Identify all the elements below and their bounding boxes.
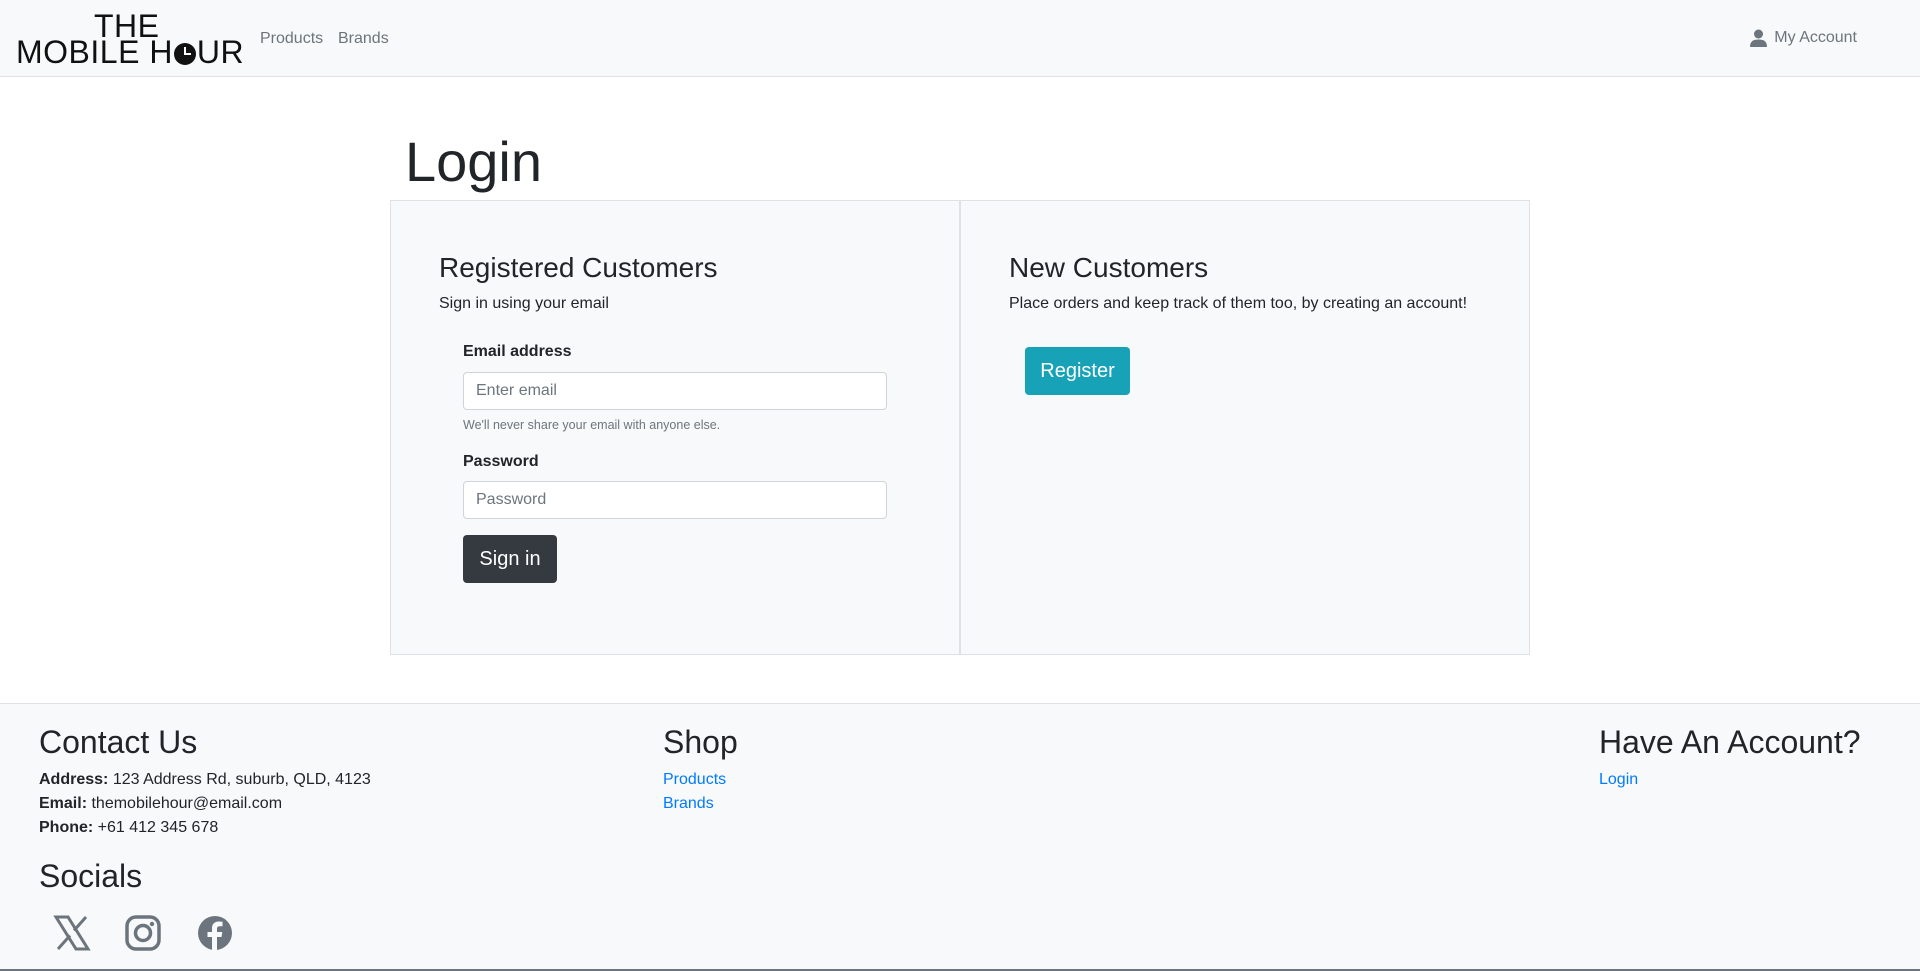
contact-us-heading: Contact Us [39, 724, 198, 760]
footer-login-link[interactable]: Login [1599, 770, 1638, 790]
registered-customers-panel: Registered Customers Sign in using your … [390, 200, 960, 655]
new-customers-subtitle: Place orders and keep track of them too,… [1009, 295, 1468, 312]
registered-customers-subtitle: Sign in using your email [439, 295, 609, 312]
footer-products-link[interactable]: Products [663, 770, 726, 790]
email-contact-value: themobilehour@email.com [91, 795, 283, 812]
sign-in-button[interactable]: Sign in [463, 535, 557, 583]
brand-logo[interactable]: THE MOBILE H UR [16, 10, 244, 68]
user-icon [1750, 29, 1768, 47]
phone-value: +61 412 345 678 [97, 819, 219, 836]
email-label: Email address [463, 343, 572, 360]
register-button[interactable]: Register [1025, 347, 1130, 395]
navbar: THE MOBILE H UR Products Brands My Accoun… [0, 0, 1920, 77]
contact-email: Email: themobilehour@email.com [39, 794, 282, 814]
page-title: Login [405, 130, 543, 193]
password-field[interactable] [463, 481, 887, 519]
x-icon[interactable] [53, 914, 91, 952]
instagram-icon[interactable] [124, 914, 162, 952]
nav-products-link[interactable]: Products [260, 29, 323, 49]
logo-line-2: MOBILE H UR [16, 36, 244, 68]
facebook-icon[interactable] [196, 914, 234, 952]
logo-text-start: MOBILE H [16, 34, 173, 70]
new-customers-panel: New Customers Place orders and keep trac… [960, 200, 1530, 655]
address-value: 123 Address Rd, suburb, QLD, 4123 [112, 771, 371, 788]
my-account-link[interactable]: My Account [1750, 28, 1857, 48]
email-contact-label: Email: [39, 795, 88, 812]
socials-heading: Socials [39, 858, 143, 894]
new-customers-heading: New Customers [1009, 252, 1209, 283]
contact-phone: Phone: +61 412 345 678 [39, 818, 218, 838]
nav-brands-link[interactable]: Brands [338, 29, 389, 49]
password-label: Password [463, 453, 539, 470]
shop-heading: Shop [663, 724, 738, 760]
footer: Contact Us Address: 123 Address Rd, subu… [0, 703, 1920, 971]
address-label: Address: [39, 771, 109, 788]
have-account-heading: Have An Account? [1599, 724, 1861, 760]
footer-brands-link[interactable]: Brands [663, 794, 714, 814]
logo-text-end: UR [196, 34, 245, 70]
registered-customers-heading: Registered Customers [439, 252, 718, 283]
phone-label: Phone: [39, 819, 94, 836]
clock-icon [173, 43, 196, 65]
email-field[interactable] [463, 372, 887, 410]
contact-address: Address: 123 Address Rd, suburb, QLD, 41… [39, 770, 371, 790]
my-account-label: My Account [1774, 29, 1857, 46]
email-help-text: We'll never share your email with anyone… [463, 418, 721, 432]
